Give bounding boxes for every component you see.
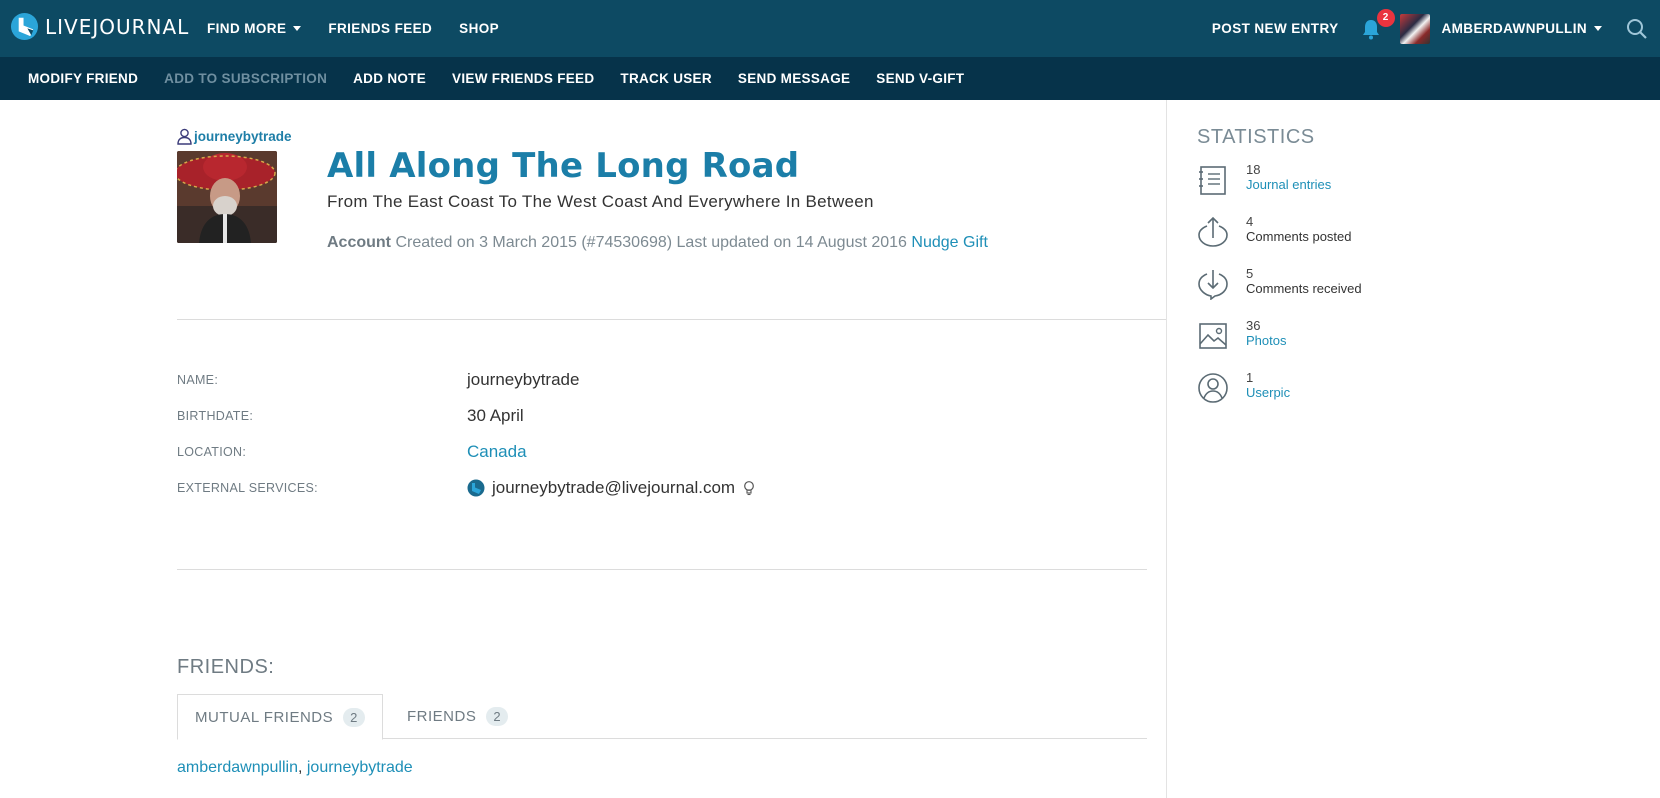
add-to-subscription-button[interactable]: ADD TO SUBSCRIPTION	[164, 71, 327, 86]
external-service-value: journeybytrade@livejournal.com	[492, 478, 736, 497]
stat-value: 5	[1246, 266, 1254, 281]
nav-shop-label: SHOP	[459, 21, 500, 36]
photos-link[interactable]: Photos	[1246, 333, 1286, 348]
detail-row-name: NAME: journeybytrade	[177, 370, 1077, 390]
tab-count-badge: 2	[486, 707, 509, 726]
send-message-button[interactable]: SEND MESSAGE	[738, 71, 850, 86]
birthdate-value: 30 April	[467, 406, 524, 425]
nav-find-more-label: FIND MORE	[207, 21, 287, 36]
location-label: LOCATION:	[177, 445, 247, 459]
location-link[interactable]: Canada	[467, 442, 527, 462]
stat-label: Comments posted	[1246, 229, 1352, 244]
statistics-title: STATISTICS	[1197, 126, 1315, 148]
external-services-label: EXTERNAL SERVICES:	[177, 481, 318, 495]
stat-text: 1 Userpic	[1246, 370, 1290, 400]
stat-journal-entries: 18 Journal entries	[1197, 162, 1331, 196]
user-icon	[177, 128, 192, 145]
stat-text: 5 Comments received	[1246, 266, 1362, 296]
nudge-gift-link[interactable]: Nudge Gift	[911, 234, 987, 251]
stat-comments-received: 5 Comments received	[1197, 266, 1362, 300]
nav-friends-feed[interactable]: FRIENDS FEED	[328, 21, 432, 36]
stat-userpic: 1 Userpic	[1197, 370, 1290, 404]
stat-value: 1	[1246, 370, 1254, 385]
userpic-icon	[1198, 373, 1228, 403]
add-note-button[interactable]: ADD NOTE	[353, 71, 426, 86]
post-new-entry-button[interactable]: POST NEW ENTRY	[1212, 21, 1339, 36]
userpic-image	[177, 151, 277, 243]
send-vgift-button[interactable]: SEND V-GIFT	[876, 71, 964, 86]
stat-text: 4 Comments posted	[1246, 214, 1352, 244]
stat-value: 36	[1246, 318, 1261, 333]
tab-friends[interactable]: FRIENDS 2	[390, 694, 525, 739]
tab-mutual-friends-label: MUTUAL FRIENDS	[195, 708, 334, 726]
detail-row-birthdate: BIRTHDATE: 30 April	[177, 406, 1077, 426]
name-value: journeybytrade	[467, 370, 580, 389]
account-info: Account Created on 3 March 2015 (#745306…	[327, 234, 988, 252]
journal-icon	[1199, 166, 1226, 195]
divider	[177, 569, 1147, 570]
nav-shop[interactable]: SHOP	[459, 21, 499, 36]
friends-section-title: FRIENDS:	[177, 656, 275, 678]
statistics-sidebar: STATISTICS 18 Journal entries 4 Comments…	[1166, 100, 1660, 798]
name-label: NAME:	[177, 373, 219, 387]
top-navigation-bar: LIVEJOURNAL FIND MORE FRIENDS FEED SHOP …	[0, 0, 1660, 57]
livejournal-logo[interactable]: LIVEJOURNAL	[10, 12, 189, 41]
tab-mutual-friends[interactable]: MUTUAL FRIENDS 2	[177, 694, 383, 740]
detail-row-external: EXTERNAL SERVICES: journeybytrade@livejo…	[177, 478, 1077, 498]
stat-comments-posted: 4 Comments posted	[1197, 214, 1352, 248]
logo-text: LIVEJOURNAL	[45, 14, 190, 39]
journal-title[interactable]: All Along The Long Road	[327, 146, 799, 186]
stat-photos: 36 Photos	[1197, 318, 1286, 352]
main-nav: FIND MORE FRIENDS FEED SHOP	[207, 0, 526, 57]
friends-tabs: MUTUAL FRIENDS 2 FRIENDS 2	[177, 694, 1147, 740]
profile-actions-bar: MODIFY FRIEND ADD TO SUBSCRIPTION ADD NO…	[0, 57, 1660, 100]
comment-in-icon	[1198, 270, 1228, 300]
journal-entries-link[interactable]: Journal entries	[1246, 177, 1331, 192]
account-dates: Created on 3 March 2015 (#74530698) Last…	[395, 234, 907, 251]
user-menu-label: AMBERDAWNPULLIN	[1441, 21, 1587, 36]
lightbulb-icon[interactable]	[743, 480, 755, 496]
birthdate-label: BIRTHDATE:	[177, 409, 254, 423]
stat-value: 4	[1246, 214, 1254, 229]
user-avatar[interactable]	[1399, 13, 1430, 44]
chevron-down-icon	[1594, 26, 1602, 31]
stat-label: Comments received	[1246, 281, 1362, 296]
friend-link[interactable]: journeybytrade	[307, 759, 413, 776]
profile-userpic[interactable]	[177, 151, 277, 243]
chevron-down-icon	[293, 26, 302, 31]
livejournal-logo-icon	[10, 12, 39, 41]
friend-separator: ,	[297, 759, 307, 776]
stat-text: 36 Photos	[1246, 318, 1286, 348]
friends-list: amberdawnpullin, journeybytrade	[177, 759, 413, 777]
tab-count-badge: 2	[343, 707, 365, 727]
header-right: POST NEW ENTRY 2 AMBERDAWNPULLIN	[1212, 0, 1660, 57]
view-friends-feed-button[interactable]: VIEW FRIENDS FEED	[452, 71, 594, 86]
notifications-button[interactable]: 2	[1359, 8, 1395, 41]
tab-friends-label: FRIENDS	[407, 708, 477, 725]
nav-friends-feed-label: FRIENDS FEED	[328, 21, 433, 36]
userpic-link[interactable]: Userpic	[1246, 385, 1290, 400]
account-label: Account	[327, 234, 391, 251]
livejournal-icon	[467, 479, 485, 497]
divider	[177, 319, 1166, 320]
stat-text: 18 Journal entries	[1246, 162, 1331, 192]
friend-link[interactable]: amberdawnpullin	[177, 759, 298, 776]
modify-friend-button[interactable]: MODIFY FRIEND	[28, 71, 138, 86]
stat-value: 18	[1246, 162, 1261, 177]
profile-username: journeybytrade	[194, 129, 292, 144]
search-icon[interactable]	[1626, 18, 1648, 40]
profile-user-link[interactable]: journeybytrade	[177, 128, 292, 145]
detail-row-location: LOCATION: Canada	[177, 442, 1077, 462]
nav-find-more[interactable]: FIND MORE	[207, 21, 302, 36]
track-user-button[interactable]: TRACK USER	[620, 71, 712, 86]
comment-out-icon	[1198, 216, 1228, 247]
user-menu[interactable]: AMBERDAWNPULLIN	[1441, 21, 1602, 36]
journal-subtitle: From The East Coast To The West Coast An…	[327, 192, 874, 211]
photo-icon	[1199, 323, 1227, 349]
external-service-entry: journeybytrade@livejournal.com	[467, 478, 755, 498]
notification-badge: 2	[1376, 8, 1395, 27]
